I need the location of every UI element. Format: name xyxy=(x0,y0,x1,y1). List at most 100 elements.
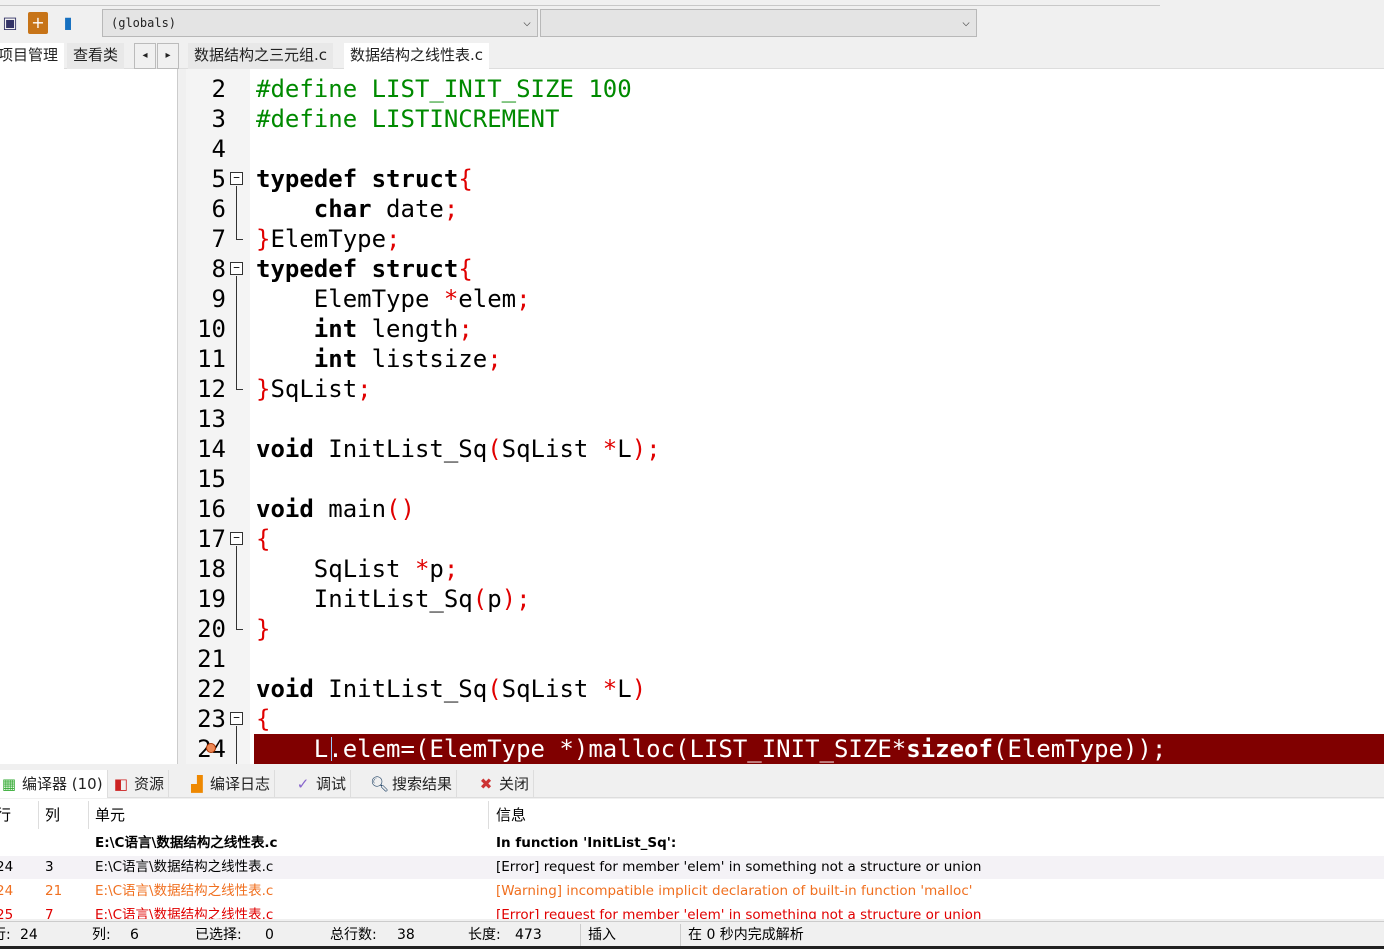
fold-line xyxy=(236,284,237,314)
code-text: typedef struct{ xyxy=(256,164,473,194)
header-message[interactable]: 信息 xyxy=(496,804,526,827)
bottom-tab[interactable]: ✖ 关闭 xyxy=(473,770,535,798)
file-tab-linear-list[interactable]: 数据结构之线性表.c xyxy=(344,43,490,69)
table-row[interactable]: 25 7 E:\C语言\数据结构之线性表.c [Error] request for … xyxy=(0,904,1384,919)
code-line[interactable]: 12}SqList; xyxy=(186,374,1384,404)
chevron-down-icon: ⌵ xyxy=(523,15,531,30)
table-row[interactable]: 24 3 E:\C语言\数据结构之线性表.c [Error] request for … xyxy=(0,856,1384,879)
code-line[interactable]: 8− typedef struct{ xyxy=(186,254,1384,284)
tab-class-browser[interactable]: 查看类 xyxy=(67,43,125,69)
line-number: 12 xyxy=(197,375,226,403)
code-text: L.elem=(ElemType *)malloc(LIST_INIT_SIZE… xyxy=(256,734,1167,764)
cell-message: [Error] request for member 'elem' in som… xyxy=(496,859,982,875)
code-line[interactable]: 9 ElemType *elem; xyxy=(186,284,1384,314)
code-line[interactable]: 15 xyxy=(186,464,1384,494)
code-text: char date; xyxy=(256,194,459,224)
code-line[interactable]: 20} xyxy=(186,614,1384,644)
close-icon: ✖ xyxy=(479,775,493,793)
function-combo[interactable]: ⌵ xyxy=(540,9,977,37)
code-line[interactable]: 14 void InitList_Sq(SqList *L); xyxy=(186,434,1384,464)
table-row[interactable]: E:\C语言\数据结构之线性表.c In function 'InitList_S… xyxy=(0,832,1384,855)
code-token: ; xyxy=(516,285,531,313)
code-token: listsize xyxy=(357,345,488,373)
divider xyxy=(580,924,581,946)
code-line[interactable]: 16 void main() xyxy=(186,494,1384,524)
code-line[interactable]: 5− typedef struct{ xyxy=(186,164,1384,194)
code-line[interactable]: 19 InitList_Sq(p); xyxy=(186,584,1384,614)
fold-line xyxy=(236,554,237,584)
bottom-tab[interactable]: ✓ 调试 xyxy=(290,770,352,798)
column-divider xyxy=(38,801,39,829)
add-icon[interactable]: + xyxy=(28,12,48,34)
search-icon: 🔍︎ xyxy=(370,775,390,793)
code-line[interactable]: 17−{ xyxy=(186,524,1384,554)
bottom-tab[interactable]: ◧ 资源 xyxy=(108,770,170,798)
bottom-tab[interactable]: ▟ 编译日志 xyxy=(184,770,276,798)
code-token: length xyxy=(357,315,459,343)
code-token: L.elem=(ElemType *)malloc(LIST_INIT_SIZE… xyxy=(256,735,907,763)
code-token: InitList_Sq xyxy=(313,675,488,703)
scroll-left-button[interactable]: ◂ xyxy=(134,43,156,69)
code-token: ( xyxy=(487,435,502,463)
file-tab-triple[interactable]: 数据结构之三元组.c xyxy=(188,43,334,69)
code-token: { xyxy=(458,255,473,283)
code-line[interactable]: 4 xyxy=(186,134,1384,164)
line-number: 18 xyxy=(197,555,226,583)
fold-toggle-icon[interactable]: − xyxy=(230,262,243,275)
header-unit[interactable]: 单元 xyxy=(95,804,125,827)
cell-col: 7 xyxy=(45,907,54,919)
code-line[interactable]: 7}ElemType; xyxy=(186,224,1384,254)
code-text: int length; xyxy=(256,314,473,344)
code-text: void InitList_Sq(SqList *L) xyxy=(256,674,646,704)
code-line[interactable]: 23−{ xyxy=(186,704,1384,734)
bottom-tab[interactable]: ▦ 编译器 (10) xyxy=(0,770,108,798)
code-line[interactable]: 10 int length; xyxy=(186,314,1384,344)
globals-combo[interactable]: (globals) ⌵ xyxy=(102,9,538,37)
line-number: 21 xyxy=(197,645,226,673)
fold-end xyxy=(236,389,243,390)
scroll-right-button[interactable]: ▸ xyxy=(157,43,179,69)
fold-toggle-icon[interactable]: − xyxy=(230,172,243,185)
globals-combo-value: (globals) xyxy=(111,16,177,30)
code-text: #define LIST_INIT_SIZE 100 xyxy=(256,74,632,104)
code-editor[interactable]: 2 #define LIST_INIT_SIZE 100 3 #define LIST… xyxy=(186,69,1384,764)
code-text: void main() xyxy=(256,494,415,524)
code-line[interactable]: 24 L.elem=(ElemType *)malloc(LIST_INIT_S… xyxy=(186,734,1384,764)
fold-end xyxy=(236,239,243,240)
fold-toggle-icon[interactable]: − xyxy=(230,532,243,545)
code-text: InitList_Sq(p); xyxy=(256,584,531,614)
bottom-tab[interactable]: 🔍︎ 搜索结果 xyxy=(366,770,458,798)
code-line[interactable]: 22 void InitList_Sq(SqList *L) xyxy=(186,674,1384,704)
code-text: }ElemType; xyxy=(256,224,401,254)
code-token: L xyxy=(617,435,632,463)
code-token: } xyxy=(256,225,271,253)
cell-unit: E:\C语言\数据结构之线性表.c xyxy=(95,835,278,851)
bottom-tab-label: 搜索结果 xyxy=(392,775,453,793)
code-text: void InitList_Sq(SqList *L); xyxy=(256,434,661,464)
window-icon[interactable]: ▣ xyxy=(0,12,20,34)
code-token: ElemType xyxy=(256,285,444,313)
bookmark-icon[interactable]: ▮ xyxy=(58,12,78,34)
table-row[interactable]: 24 21 E:\C语言\数据结构之线性表.c [Warning] incompati… xyxy=(0,880,1384,903)
code-line[interactable]: 2 #define LIST_INIT_SIZE 100 xyxy=(186,74,1384,104)
code-line[interactable]: 3 #define LISTINCREMENT xyxy=(186,104,1384,134)
header-col[interactable]: 列 xyxy=(45,804,60,827)
code-text: } xyxy=(256,614,270,644)
code-line[interactable]: 11 int listsize; xyxy=(186,344,1384,374)
line-number: 15 xyxy=(197,465,226,493)
code-line[interactable]: 21 xyxy=(186,644,1384,674)
code-line[interactable]: 6 char date; xyxy=(186,194,1384,224)
header-line[interactable]: 行 xyxy=(0,804,11,827)
column-divider xyxy=(488,801,489,829)
code-line[interactable]: 18 SqList *p; xyxy=(186,554,1384,584)
line-number: 11 xyxy=(197,345,226,373)
code-token: date xyxy=(371,195,444,223)
code-token: SqList xyxy=(501,675,603,703)
bottom-tab-label: 资源 xyxy=(134,775,165,793)
fold-toggle-icon[interactable]: − xyxy=(230,712,243,725)
code-line[interactable]: 13 xyxy=(186,404,1384,434)
tab-project-manager[interactable]: 项目管理 xyxy=(0,43,65,69)
code-token: InitList_Sq xyxy=(256,585,473,613)
